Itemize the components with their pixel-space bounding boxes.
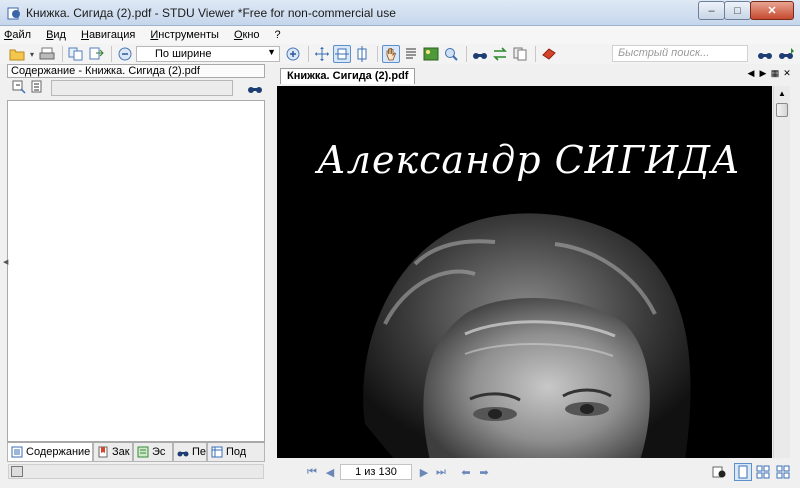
zoom-in-icon[interactable] — [284, 45, 302, 63]
contents-panel-header: Содержание - Книжка. Сигида (2).pdf — [7, 64, 265, 78]
toolbar-separator — [308, 46, 309, 62]
contents-toolbar — [7, 78, 265, 98]
vertical-scrollbar[interactable]: ▲ — [773, 86, 790, 458]
tab-close-icon[interactable]: ✕ — [781, 68, 793, 79]
bookmark-icon[interactable] — [540, 45, 558, 63]
menu-view[interactable]: Вид — [46, 29, 66, 41]
horizontal-scrollbar-thumb[interactable] — [11, 466, 23, 477]
maximize-button[interactable]: □ — [724, 1, 751, 20]
contents-tree[interactable] — [7, 100, 265, 442]
fit-page-icon[interactable] — [313, 45, 331, 63]
tab-scroll-right-icon[interactable]: ▶ — [757, 68, 769, 79]
status-navigation-bar: ⏮ ◀ 1 из 130 ▶ ⏭ ⬅ ➡ — [0, 462, 800, 482]
tab-search-results-label: Пе — [192, 446, 207, 458]
hand-tool-icon[interactable] — [382, 45, 400, 63]
page-number-input[interactable]: 1 из 130 — [340, 464, 412, 480]
thumbnails-icon — [137, 446, 149, 458]
tab-bookmarks[interactable]: Зак — [93, 443, 133, 462]
menu-tools[interactable]: Инструменты — [150, 29, 219, 41]
scroll-up-icon[interactable]: ▲ — [774, 86, 790, 102]
author-portrait-image — [363, 213, 691, 458]
minimize-button[interactable]: – — [698, 1, 725, 20]
export-icon[interactable] — [87, 45, 105, 63]
copy-icon[interactable] — [67, 45, 85, 63]
contents-panel: Содержание - Книжка. Сигида (2).pdf Соде… — [7, 64, 265, 462]
tab-contents[interactable]: Содержание — [7, 443, 93, 462]
pages-icon[interactable] — [511, 45, 529, 63]
menu-navigation[interactable]: Навигация — [81, 29, 135, 41]
fit-height-icon[interactable] — [353, 45, 371, 63]
main-toolbar: ▾ По ширине ▼ Быстрый поиск... — [0, 44, 800, 64]
panel-splitter-handle[interactable]: ◀ — [3, 258, 8, 266]
fit-width-icon[interactable] — [333, 45, 351, 63]
app-icon — [7, 7, 20, 20]
contents-search-icon[interactable] — [247, 81, 263, 98]
horizontal-scrollbar[interactable] — [8, 464, 264, 479]
tab-thumbnails[interactable]: Эс — [133, 443, 173, 462]
first-page-icon[interactable]: ⏮ — [304, 464, 320, 480]
document-tab-bar: Книжка. Сигида (2).pdf ◀ ▶ ▦ ✕ — [273, 66, 793, 84]
page-author-text: Александр СИГИДА — [317, 138, 741, 182]
settings-gear-icon[interactable] — [710, 463, 728, 481]
zoom-select[interactable]: По ширине ▼ — [136, 46, 280, 62]
contents-search-input[interactable] — [51, 80, 233, 96]
last-page-icon[interactable]: ⏭ — [433, 464, 449, 480]
bookmarks-icon — [97, 446, 109, 458]
search-icon[interactable] — [756, 45, 774, 63]
history-back-icon[interactable]: ⬅ — [458, 464, 474, 480]
menu-bar: Файл Вид Навигация Инструменты Окно ? — [0, 26, 800, 44]
chevron-down-icon: ▼ — [267, 47, 276, 57]
panel-tabs: Содержание Зак Эс Пе Под — [7, 442, 265, 462]
next-page-icon[interactable]: ▶ — [416, 464, 432, 480]
toolbar-separator — [62, 46, 63, 62]
scrollbar-thumb[interactable] — [776, 103, 788, 117]
search-next-icon[interactable] — [777, 45, 795, 63]
zoom-select-value: По ширине — [155, 48, 212, 60]
tab-list-icon[interactable]: ▦ — [769, 68, 781, 79]
tab-annotations[interactable]: Под — [207, 443, 265, 462]
window-title: Книжка. Сигида (2).pdf - STDU Viewer *Fr… — [26, 6, 396, 20]
toolbar-separator — [466, 46, 467, 62]
contents-icon — [11, 446, 23, 458]
document-tab[interactable]: Книжка. Сигида (2).pdf — [280, 68, 416, 84]
quick-search-input[interactable]: Быстрый поиск... — [612, 45, 748, 62]
toolbar-separator — [377, 46, 378, 62]
toolbar-separator — [535, 46, 536, 62]
image-select-icon[interactable] — [422, 45, 440, 63]
tab-bookmarks-label: Зак — [112, 446, 130, 458]
close-button[interactable]: ✕ — [750, 1, 794, 20]
zoom-out-icon[interactable] — [116, 45, 134, 63]
menu-window[interactable]: Окно — [234, 29, 260, 41]
continuous-view-icon[interactable] — [774, 463, 792, 481]
document-view[interactable]: Александр СИГИДА — [277, 86, 772, 458]
menu-help[interactable]: ? — [275, 29, 281, 41]
print-icon[interactable] — [38, 45, 56, 63]
previous-page-icon[interactable]: ◀ — [322, 464, 338, 480]
tab-thumbnails-label: Эс — [152, 446, 166, 458]
swap-arrows-icon[interactable] — [491, 45, 509, 63]
open-folder-icon[interactable] — [8, 45, 26, 63]
tab-search-results[interactable]: Пе — [173, 443, 207, 462]
single-page-view-icon[interactable] — [734, 463, 752, 481]
menu-file[interactable]: Файл — [4, 29, 31, 41]
tab-scroll-left-icon[interactable]: ◀ — [745, 68, 757, 79]
history-forward-icon[interactable]: ➡ — [476, 464, 492, 480]
annotations-icon — [211, 446, 223, 458]
tab-annotations-label: Под — [226, 446, 247, 458]
find-icon[interactable] — [471, 45, 489, 63]
tab-contents-label: Содержание — [26, 446, 91, 458]
expand-icon[interactable] — [12, 80, 26, 97]
toolbar-separator — [111, 46, 112, 62]
title-bar: Книжка. Сигида (2).pdf - STDU Viewer *Fr… — [0, 0, 800, 26]
collapse-icon[interactable] — [31, 80, 45, 97]
open-dropdown-icon[interactable]: ▾ — [28, 45, 36, 63]
two-page-view-icon[interactable] — [754, 463, 772, 481]
snapshot-icon[interactable] — [442, 45, 460, 63]
text-select-icon[interactable] — [402, 45, 420, 63]
binoculars-icon — [177, 446, 189, 458]
